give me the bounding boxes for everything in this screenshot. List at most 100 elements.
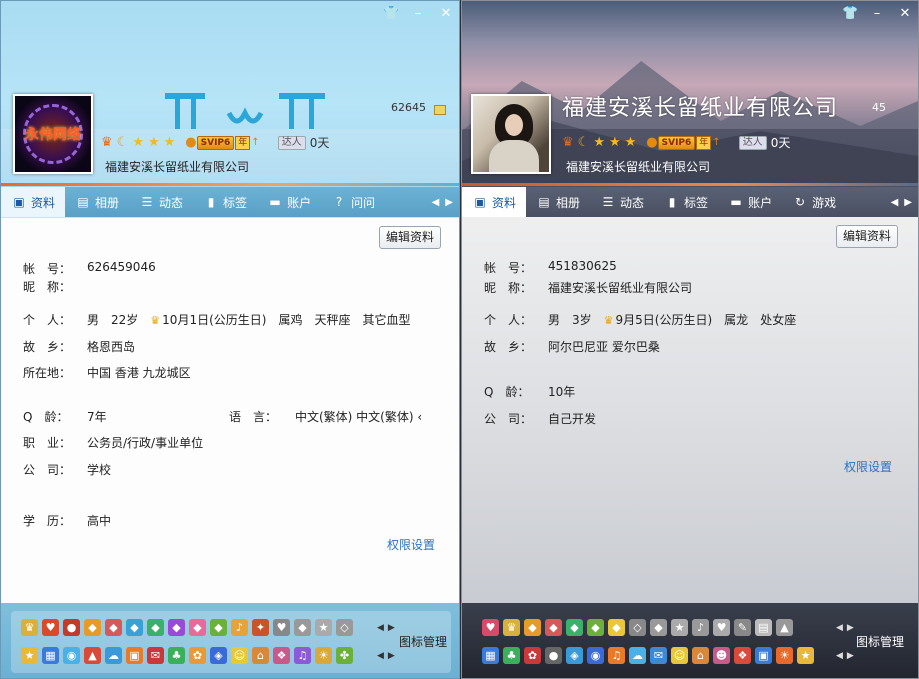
minimize-icon[interactable]: – <box>411 7 425 21</box>
music-icon[interactable]: ♪ <box>231 619 248 636</box>
star-level-icon[interactable]: ★ <box>148 135 160 150</box>
game-diamond-icon[interactable]: ◆ <box>587 619 604 636</box>
tab-left-arrow-icon[interactable]: ◀ <box>891 197 899 208</box>
diamond-yellow-icon[interactable]: ◆ <box>524 619 541 636</box>
leaf-icon[interactable]: ♣ <box>503 647 520 664</box>
crown-level-icon[interactable]: ♛ <box>101 135 113 150</box>
icons-next-arrow-icon[interactable]: ▶ <box>388 651 395 661</box>
icons-next-arrow-icon[interactable]: ▶ <box>847 651 854 661</box>
tab-tags[interactable]: ▮ 标签 <box>193 187 257 217</box>
tab-left-arrow-icon[interactable]: ◀ <box>432 197 440 208</box>
edit-profile-button[interactable]: 编辑资料 <box>835 225 898 248</box>
music-icon[interactable]: ♫ <box>608 647 625 664</box>
tab-profile[interactable]: ▣ 资料 <box>1 187 66 217</box>
sun-icon[interactable]: ☀ <box>776 647 793 664</box>
diamond-red-icon[interactable]: ◆ <box>545 619 562 636</box>
weiyun-icon[interactable]: ☁ <box>629 647 646 664</box>
diamond-pink-icon[interactable]: ◆ <box>189 619 206 636</box>
penguin-icon[interactable]: ● <box>63 619 80 636</box>
icon-manager-button[interactable]: 图标管理 <box>399 633 447 650</box>
shield-icon[interactable]: ◈ <box>566 647 583 664</box>
star-level-icon[interactable]: ★ <box>609 135 621 150</box>
tab-album[interactable]: ▤ 相册 <box>526 187 590 217</box>
grey-star-icon[interactable]: ★ <box>671 619 688 636</box>
heart-icon[interactable]: ♥ <box>42 619 59 636</box>
smile-icon[interactable]: ☺ <box>671 647 688 664</box>
tab-games[interactable]: ↻ 游戏 <box>782 187 846 217</box>
house-icon[interactable]: ⌂ <box>692 647 709 664</box>
music-note-icon[interactable]: ♫ <box>294 647 311 664</box>
grey-badge-icon[interactable]: ◇ <box>336 619 353 636</box>
daren-badge[interactable]: 达人 0天 <box>277 134 329 151</box>
diamond-red-icon[interactable]: ◆ <box>105 619 122 636</box>
star-icon[interactable]: ★ <box>797 647 814 664</box>
computer-icon[interactable]: ▣ <box>755 647 772 664</box>
penguin-icon[interactable]: ● <box>545 647 562 664</box>
close-icon[interactable]: ✕ <box>439 7 453 21</box>
star-level-icon[interactable]: ★ <box>164 135 176 150</box>
skin-shirt-icon[interactable]: 👕 <box>842 7 858 21</box>
tab-tags[interactable]: ▮ 标签 <box>654 187 718 217</box>
star-icon[interactable]: ★ <box>21 647 38 664</box>
avatar[interactable] <box>471 94 551 174</box>
game-icon[interactable]: ▲ <box>84 647 101 664</box>
diamond-green-icon[interactable]: ◆ <box>147 619 164 636</box>
diamond-green-icon[interactable]: ◆ <box>566 619 583 636</box>
diamond-purple-icon[interactable]: ◆ <box>168 619 185 636</box>
vip-crown-icon[interactable]: ♛ <box>21 619 38 636</box>
qzone-icon[interactable]: ◉ <box>587 647 604 664</box>
house-icon[interactable]: ⌂ <box>252 647 269 664</box>
tab-feed[interactable]: ☰ 动态 <box>129 187 193 217</box>
minimize-icon[interactable]: – <box>870 7 884 21</box>
pet-icon[interactable]: ✿ <box>189 647 206 664</box>
icon-manager-button[interactable]: 图标管理 <box>856 633 904 650</box>
tab-album[interactable]: ▤ 相册 <box>65 187 129 217</box>
permission-settings-link[interactable]: 权限设置 <box>387 536 435 553</box>
star-level-icon[interactable]: ★ <box>593 135 605 150</box>
tab-wenwen[interactable]: ? 问问 <box>321 187 385 217</box>
grey-diamond-icon[interactable]: ◆ <box>650 619 667 636</box>
mail-icon[interactable]: ✉ <box>650 647 667 664</box>
gift-icon[interactable]: ❖ <box>273 647 290 664</box>
shield-icon[interactable]: ◈ <box>210 647 227 664</box>
clover-icon[interactable]: ✤ <box>336 647 353 664</box>
grey-heart-icon[interactable]: ♥ <box>273 619 290 636</box>
tab-feed[interactable]: ☰ 动态 <box>590 187 654 217</box>
tab-profile[interactable]: ▣ 资料 <box>462 187 527 217</box>
gold-diamond-icon[interactable]: ◆ <box>608 619 625 636</box>
grey-star-icon[interactable]: ★ <box>315 619 332 636</box>
grey-heart-icon[interactable]: ♥ <box>713 619 730 636</box>
sun-icon[interactable]: ☀ <box>315 647 332 664</box>
mail-icon[interactable]: ✉ <box>147 647 164 664</box>
moon-level-icon[interactable]: ☾ <box>117 135 129 150</box>
crown-level-icon[interactable]: ♛ <box>562 135 574 150</box>
avatar[interactable]: 永伟网络 <box>13 94 93 174</box>
star-level-icon[interactable]: ★ <box>132 135 144 150</box>
diamond-blue-icon[interactable]: ◆ <box>126 619 143 636</box>
face-icon[interactable]: ☻ <box>713 647 730 664</box>
tab-account[interactable]: ▬ 账户 <box>257 187 321 217</box>
permission-settings-link[interactable]: 权限设置 <box>844 458 892 475</box>
icons-prev-arrow-icon[interactable]: ◀ <box>377 651 384 661</box>
fire-icon[interactable]: ✦ <box>252 619 269 636</box>
game-diamond-icon[interactable]: ◆ <box>210 619 227 636</box>
pet-icon[interactable]: ✿ <box>524 647 541 664</box>
daren-badge[interactable]: 达人 0天 <box>738 134 790 151</box>
edit-profile-button[interactable]: 编辑资料 <box>378 226 441 249</box>
icons-prev-arrow-icon[interactable]: ◀ <box>836 623 843 633</box>
tab-right-arrow-icon[interactable]: ▶ <box>904 197 912 208</box>
grey-book-icon[interactable]: ▤ <box>755 619 772 636</box>
icons-prev-arrow-icon[interactable]: ◀ <box>377 623 384 633</box>
moon-level-icon[interactable]: ☾ <box>578 135 590 150</box>
svip-badge[interactable]: ● SVIP6 年 ↑ <box>646 135 721 150</box>
qq-show-icon[interactable]: ◉ <box>63 647 80 664</box>
map-icon[interactable]: ▣ <box>126 647 143 664</box>
diamond-yellow-icon[interactable]: ◆ <box>84 619 101 636</box>
app-icon[interactable]: ▦ <box>42 647 59 664</box>
icons-prev-arrow-icon[interactable]: ◀ <box>836 651 843 661</box>
vip-crown-icon[interactable]: ♛ <box>503 619 520 636</box>
skin-shirt-icon[interactable]: 👕 <box>383 7 399 21</box>
weiyun-icon[interactable]: ☁ <box>105 647 122 664</box>
gift-icon[interactable]: ❖ <box>734 647 751 664</box>
svip-badge[interactable]: ● SVIP6 年 ↑ <box>185 135 260 150</box>
